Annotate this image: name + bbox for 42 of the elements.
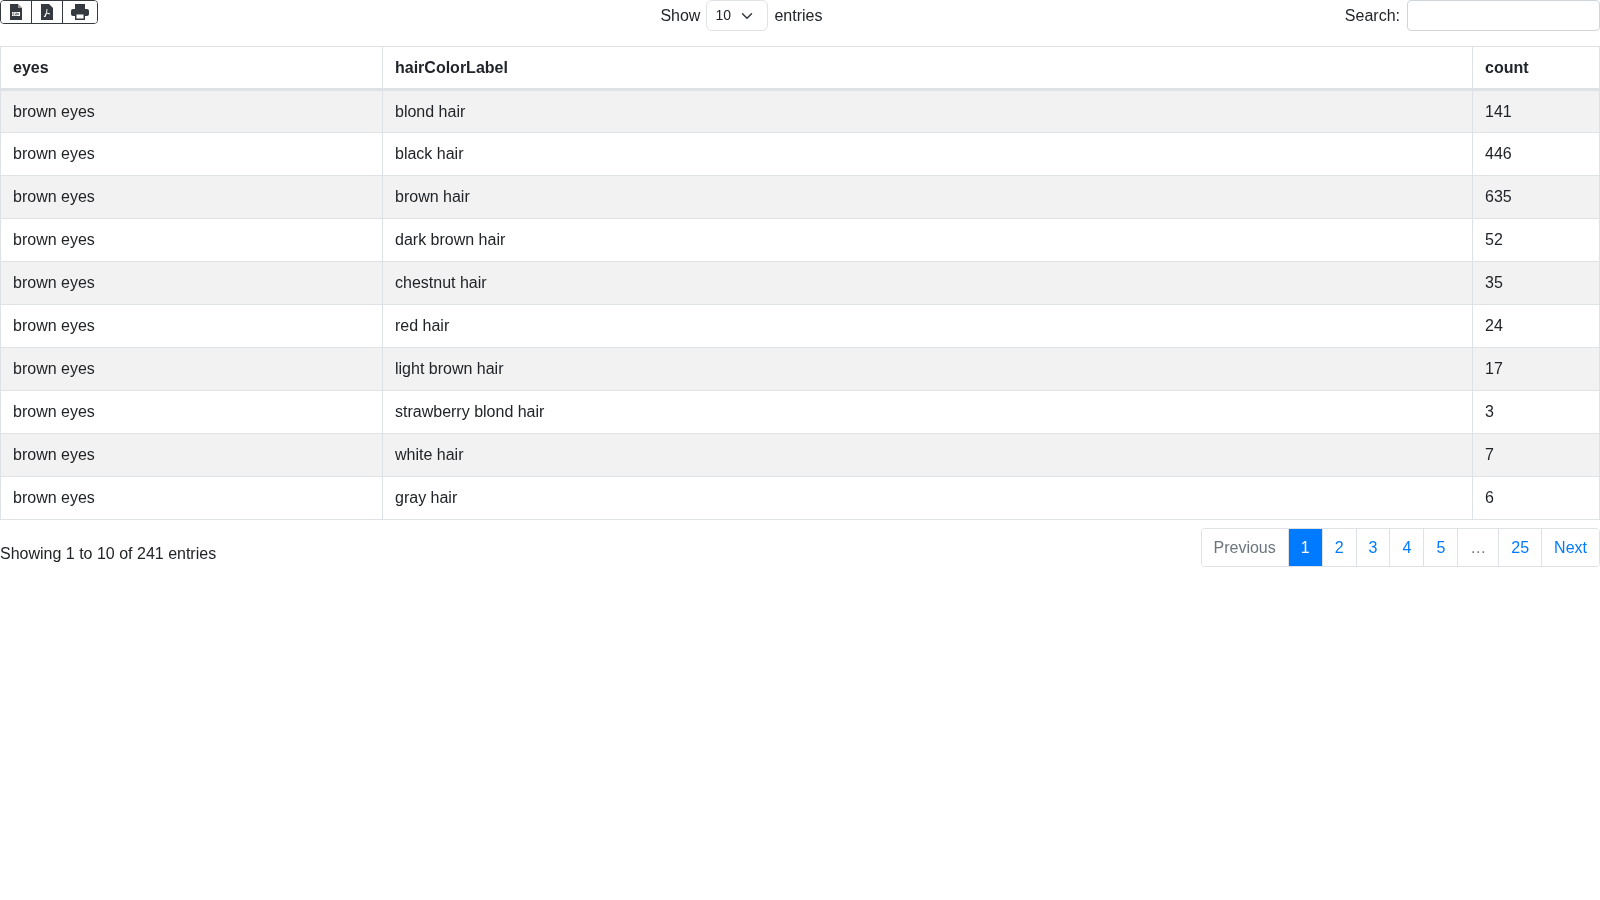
table-cell: brown eyes bbox=[0, 132, 383, 176]
table-cell: chestnut hair bbox=[382, 261, 1473, 305]
table-info-text: Showing 1 to 10 of 241 entries bbox=[0, 544, 217, 564]
table-cell: brown eyes bbox=[0, 304, 383, 348]
table-cell: brown hair bbox=[382, 175, 1473, 219]
csv-file-icon bbox=[10, 4, 22, 20]
search-field[interactable] bbox=[1407, 0, 1600, 31]
table-cell: blond hair bbox=[382, 89, 1473, 133]
table-cell: strawberry blond hair bbox=[382, 390, 1473, 434]
table-cell: black hair bbox=[382, 132, 1473, 176]
table-cell: 24 bbox=[1472, 304, 1600, 348]
table-cell: red hair bbox=[382, 304, 1473, 348]
pdf-file-icon bbox=[41, 4, 53, 20]
table-cell: brown eyes bbox=[0, 433, 383, 477]
table-cell: brown eyes bbox=[0, 175, 383, 219]
table-cell: 141 bbox=[1472, 89, 1600, 133]
entries-label: entries bbox=[774, 5, 823, 26]
table-cell: brown eyes bbox=[0, 261, 383, 305]
table-cell: 35 bbox=[1472, 261, 1600, 305]
page-link[interactable]: Next bbox=[1541, 529, 1599, 566]
table-cell: brown eyes bbox=[0, 218, 383, 262]
table-cell: white hair bbox=[382, 433, 1473, 477]
table-cell: 17 bbox=[1472, 347, 1600, 391]
table-cell: brown eyes bbox=[0, 390, 383, 434]
table-cell: 3 bbox=[1472, 390, 1600, 434]
page-link[interactable]: 1 bbox=[1287, 529, 1322, 566]
table-cell: 7 bbox=[1472, 433, 1600, 477]
table-cell: 446 bbox=[1472, 132, 1600, 176]
show-label: Show bbox=[660, 5, 701, 26]
page-size-select[interactable]: 10 bbox=[706, 0, 769, 31]
table-cell: brown eyes bbox=[0, 476, 383, 520]
table-cell: gray hair bbox=[382, 476, 1473, 520]
table-cell: 635 bbox=[1472, 175, 1600, 219]
table-cell: brown eyes bbox=[0, 89, 383, 133]
csv-export-button[interactable] bbox=[1, 1, 32, 23]
table-cell: brown eyes bbox=[0, 347, 383, 391]
table-cell: 6 bbox=[1472, 476, 1600, 520]
table-cell: light brown hair bbox=[382, 347, 1473, 391]
table-cell: dark brown hair bbox=[382, 218, 1473, 262]
search-label: Search: bbox=[1344, 5, 1400, 26]
printer-icon bbox=[71, 4, 89, 20]
table-cell: 52 bbox=[1472, 218, 1600, 262]
